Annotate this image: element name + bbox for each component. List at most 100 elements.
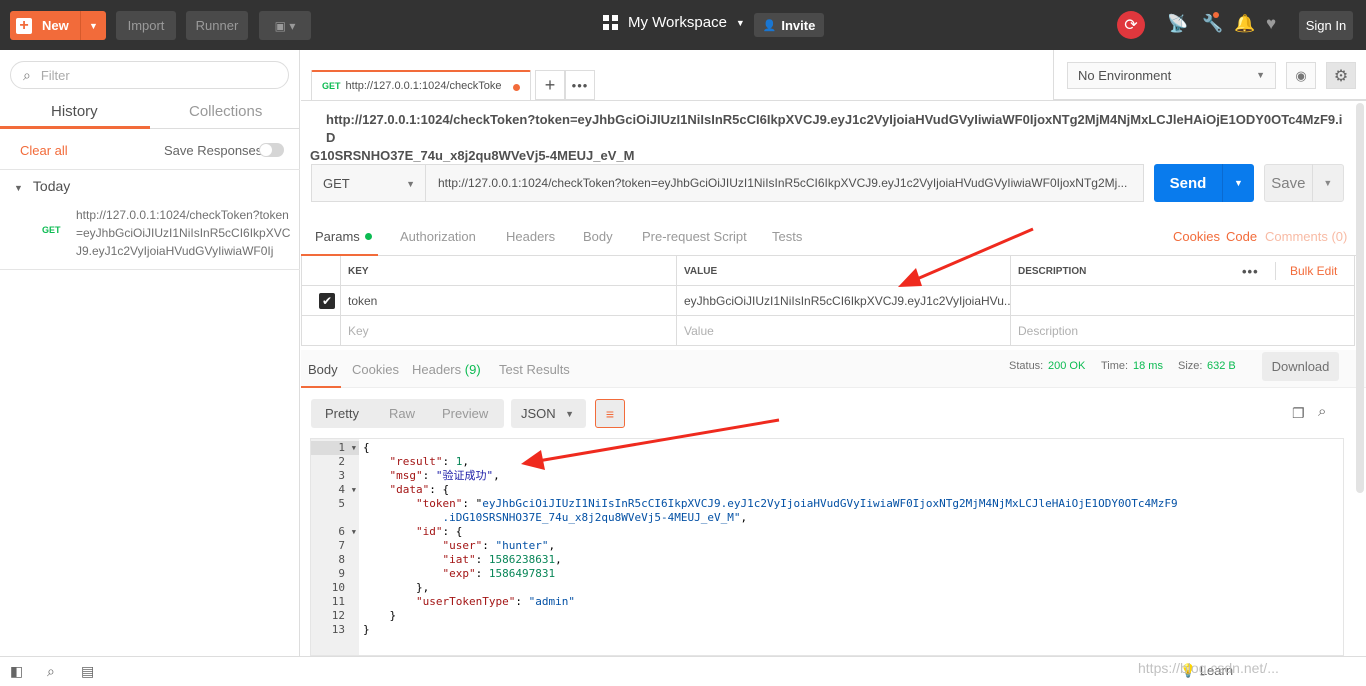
workspace-label: My Workspace <box>628 14 727 31</box>
tab-test-results[interactable]: Test Results <box>499 362 570 377</box>
more-tabs-button[interactable]: ••• <box>565 70 595 100</box>
new-button[interactable]: + New ▼ <box>10 11 106 40</box>
search-icon[interactable]: ⌕ <box>47 663 55 680</box>
save-button[interactable]: Save ▼ <box>1264 164 1344 202</box>
tab-history[interactable]: History <box>51 103 98 120</box>
chevron-down-icon[interactable]: ▼ <box>1311 164 1343 202</box>
response-body-editor[interactable]: 1 ▼ 2 3 4 ▼ 5 6 ▼ 7 8 9 10 11 12 13 { "result": 1, "msg… <box>310 438 1344 656</box>
comments-link[interactable]: Comments (0) <box>1265 229 1347 244</box>
environment-select[interactable]: No Environment ▼ <box>1067 62 1276 89</box>
language-select[interactable]: JSON ▼ <box>511 399 586 428</box>
clear-all-link[interactable]: Clear all <box>20 143 68 158</box>
code-link[interactable]: Code <box>1226 229 1257 244</box>
history-item[interactable]: GET http://127.0.0.1:1024/checkToken?tok… <box>0 200 300 270</box>
key-placeholder[interactable]: Key <box>341 316 677 346</box>
code-line: "exp": 1586497831 <box>442 567 556 580</box>
param-key[interactable]: token <box>341 286 677 316</box>
divider <box>0 269 300 270</box>
description-placeholder[interactable]: Description <box>1011 316 1355 346</box>
method-select[interactable]: GET ▼ <box>311 164 426 202</box>
workspace-selector[interactable]: My Workspace ▼ <box>603 14 745 31</box>
notification-dot <box>1213 12 1219 18</box>
chevron-down-icon[interactable]: ▼ <box>1222 164 1254 202</box>
headers-label: Headers <box>412 362 462 377</box>
copy-icon[interactable]: ❐ <box>1292 405 1305 422</box>
add-tab-button[interactable]: + <box>535 70 565 100</box>
search-icon[interactable]: ⌕ <box>1318 403 1326 420</box>
download-button[interactable]: Download <box>1262 352 1339 381</box>
code-line: "id": { <box>415 525 463 538</box>
console-icon[interactable]: ▤ <box>81 663 94 680</box>
more-icon[interactable]: ••• <box>1242 264 1259 279</box>
value-placeholder[interactable]: Value <box>677 316 1011 346</box>
empty-cell <box>302 316 341 346</box>
gear-icon[interactable]: ⚙ <box>1326 62 1356 89</box>
param-description[interactable] <box>1011 286 1355 316</box>
eye-icon[interactable]: ◉ <box>1286 62 1316 89</box>
line-number: 13 <box>331 623 345 636</box>
value-header: VALUE <box>677 256 1011 286</box>
tab-response-body[interactable]: Body <box>308 362 338 377</box>
tab-headers[interactable]: Headers <box>506 229 555 244</box>
cookies-link[interactable]: Cookies <box>1173 229 1220 244</box>
chevron-down-icon: ▼ <box>14 183 23 193</box>
tab-pre-request-script[interactable]: Pre-request Script <box>642 229 747 244</box>
heart-icon[interactable]: ♥ <box>1266 14 1276 34</box>
tab-authorization[interactable]: Authorization <box>400 229 476 244</box>
filter-placeholder: Filter <box>40 67 70 83</box>
filter-input[interactable]: ⌕ Filter <box>10 61 289 89</box>
code-line: "token": "eyJhbGciOiJIUzI1NiIsInR5cCI6Ik… <box>415 497 1178 510</box>
checkbox-column <box>302 256 341 286</box>
invite-button[interactable]: 👤 Invite <box>754 13 824 37</box>
chevron-down-icon: ▼ <box>735 17 745 28</box>
bulk-edit-link[interactable]: Bulk Edit <box>1290 264 1337 278</box>
code-line: .iDG10SRSNHO37E_74u_x8j2qu8WVeVj5-4MEUJ_… <box>442 511 748 524</box>
sidebar-toggle-icon[interactable]: ◧ <box>10 663 23 680</box>
request-title[interactable]: http://127.0.0.1:1024/checkToken?token=e… <box>310 111 1345 165</box>
sync-icon[interactable]: ⟳ <box>1117 11 1145 39</box>
satellite-icon[interactable]: 📡 <box>1167 14 1188 34</box>
chevron-down-icon: ▼ <box>1256 70 1265 80</box>
bell-icon[interactable]: 🔔 <box>1234 14 1255 34</box>
save-responses-toggle[interactable] <box>259 143 284 157</box>
tab-collections[interactable]: Collections <box>189 103 262 120</box>
line-number: 6 ▼ <box>338 525 356 539</box>
fold-icon[interactable]: ▼ <box>352 525 356 539</box>
runner-button[interactable]: Runner <box>186 11 248 40</box>
tab-tests[interactable]: Tests <box>772 229 802 244</box>
new-window-button[interactable]: ▣ ▾ <box>259 11 311 40</box>
import-button[interactable]: Import <box>116 11 176 40</box>
wrench-icon[interactable]: 🔧 <box>1202 14 1223 34</box>
format-preview[interactable]: Preview <box>442 406 488 421</box>
line-number: 10 <box>331 581 345 594</box>
param-checkbox[interactable]: ✔ <box>302 286 341 316</box>
line-number: 7 <box>338 539 345 552</box>
send-button[interactable]: Send ▼ <box>1154 164 1254 202</box>
line-number: 8 <box>338 553 345 566</box>
tab-response-headers[interactable]: Headers (9) <box>412 362 481 377</box>
tab-body[interactable]: Body <box>583 229 613 244</box>
request-title-line1: http://127.0.0.1:1024/checkToken?token=e… <box>326 112 1343 145</box>
fold-icon[interactable]: ▼ <box>352 483 356 497</box>
code-line: "result": 1, <box>389 455 469 468</box>
vertical-scrollbar[interactable] <box>1356 103 1364 493</box>
history-group-today[interactable]: ▼ Today <box>14 178 70 194</box>
chevron-down-icon: ▼ <box>565 409 574 419</box>
format-pretty[interactable]: Pretty <box>325 406 359 421</box>
tab-params[interactable]: Params <box>315 229 372 244</box>
param-value[interactable]: eyJhbGciOiJIUzI1NiIsInR5cCI6IkpXVCJ9.eyJ… <box>677 286 1011 316</box>
chevron-down-icon[interactable]: ▼ <box>80 11 106 40</box>
url-input[interactable]: http://127.0.0.1:1024/checkToken?token=e… <box>426 164 1144 202</box>
sign-in-button[interactable]: Sign In <box>1299 11 1353 40</box>
wrap-lines-icon[interactable]: ≡ <box>595 399 625 428</box>
format-raw[interactable]: Raw <box>389 406 415 421</box>
table-header-row: KEY VALUE DESCRIPTION ••• Bulk Edit <box>302 256 1355 286</box>
sidebar: ⌕ Filter History Collections Clear all S… <box>0 50 300 656</box>
request-tab-label: http://127.0.0.1:1024/checkToke <box>345 80 502 92</box>
history-method: GET <box>42 225 61 235</box>
grid-icon <box>603 15 618 30</box>
fold-icon[interactable]: ▼ <box>352 441 356 455</box>
tab-response-cookies[interactable]: Cookies <box>352 362 399 377</box>
request-tab[interactable]: GET http://127.0.0.1:1024/checkToke <box>311 70 531 100</box>
plus-icon: + <box>10 11 38 40</box>
